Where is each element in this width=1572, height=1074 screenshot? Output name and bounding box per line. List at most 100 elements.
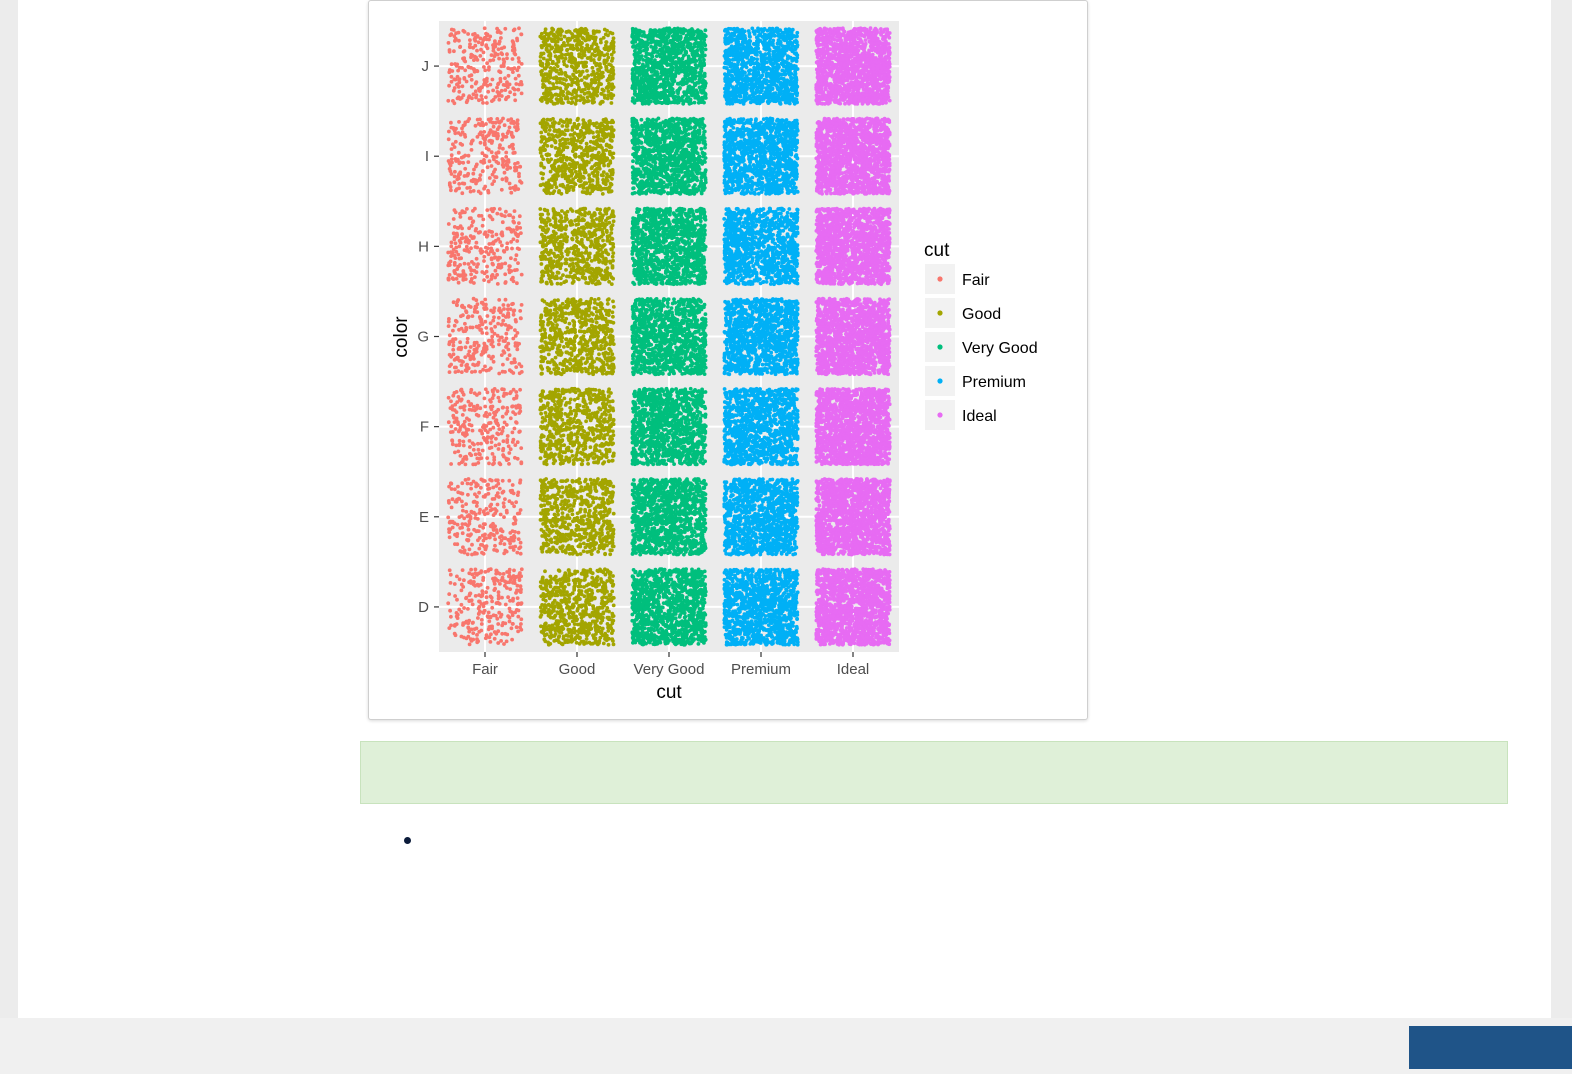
data-point — [491, 124, 496, 129]
data-point — [499, 212, 504, 217]
data-point — [497, 461, 502, 466]
data-point — [567, 605, 571, 610]
data-point — [482, 278, 486, 282]
data-point — [541, 251, 545, 256]
data-point — [557, 569, 562, 573]
data-point — [549, 537, 553, 542]
data-point — [595, 575, 600, 579]
point-cluster-good-i — [538, 116, 616, 196]
data-point — [447, 68, 452, 72]
data-point — [545, 524, 549, 529]
data-point — [587, 387, 591, 392]
data-point — [518, 540, 523, 545]
data-point — [519, 303, 524, 307]
data-point — [462, 419, 467, 424]
data-point — [456, 484, 460, 489]
data-point — [463, 345, 468, 350]
data-point — [565, 366, 569, 371]
data-point — [600, 427, 605, 432]
page-edge-left — [0, 0, 18, 1018]
data-point — [489, 117, 493, 121]
data-point — [483, 636, 488, 641]
data-point — [485, 440, 489, 445]
data-point — [559, 233, 564, 238]
data-point — [594, 244, 598, 248]
data-point — [602, 410, 607, 415]
scrollbar-track[interactable] — [1551, 0, 1572, 1018]
data-point — [484, 79, 489, 84]
data-point — [549, 485, 554, 490]
data-point — [456, 355, 460, 360]
data-point — [546, 501, 551, 506]
data-point — [510, 610, 514, 615]
data-point — [451, 300, 456, 305]
data-point — [549, 481, 553, 486]
data-point — [611, 618, 616, 623]
data-point — [469, 246, 473, 251]
data-point — [476, 230, 481, 235]
data-point — [575, 490, 580, 494]
data-point — [581, 428, 586, 433]
data-point — [494, 568, 499, 573]
data-point — [462, 30, 467, 34]
data-point — [479, 569, 484, 574]
data-point — [596, 549, 600, 554]
data-point — [581, 541, 586, 546]
data-point — [456, 30, 461, 35]
data-point — [584, 246, 589, 251]
data-point — [588, 401, 593, 405]
data-point — [502, 642, 506, 646]
data-point — [457, 461, 462, 466]
data-point — [458, 240, 463, 245]
data-point — [570, 257, 575, 261]
data-point — [574, 412, 578, 416]
data-point — [503, 339, 507, 343]
data-point — [480, 448, 485, 453]
data-point — [553, 540, 558, 545]
data-point — [562, 345, 566, 349]
data-point — [506, 303, 511, 308]
data-point — [604, 218, 608, 223]
data-point — [570, 281, 575, 285]
data-point — [489, 164, 494, 168]
data-point — [560, 614, 564, 619]
data-point — [497, 120, 502, 125]
data-point — [451, 393, 456, 398]
data-point — [569, 507, 573, 512]
data-point — [500, 137, 504, 142]
data-point — [590, 411, 595, 416]
data-point — [490, 452, 495, 456]
data-point — [582, 531, 587, 535]
data-point — [597, 496, 602, 501]
data-point — [490, 497, 495, 501]
data-point — [476, 362, 480, 367]
data-point — [448, 33, 453, 38]
data-point — [551, 454, 556, 459]
data-point — [490, 234, 495, 239]
data-point — [462, 49, 467, 53]
data-point — [600, 371, 605, 376]
data-point — [519, 617, 524, 622]
data-point — [593, 636, 598, 641]
data-point — [567, 568, 571, 573]
data-point — [467, 580, 471, 585]
data-point — [499, 353, 504, 357]
data-point — [457, 182, 462, 186]
data-point — [507, 580, 512, 585]
data-point — [489, 404, 493, 409]
data-point — [564, 455, 569, 460]
data-point — [568, 628, 572, 632]
data-point — [564, 388, 568, 393]
data-point — [469, 486, 473, 491]
data-point — [495, 90, 500, 94]
data-point — [546, 212, 551, 216]
data-point — [475, 34, 480, 38]
data-point — [452, 323, 457, 328]
data-point — [493, 543, 497, 548]
data-point — [460, 405, 465, 410]
data-point — [446, 137, 451, 142]
data-point — [455, 616, 460, 620]
data-point — [463, 166, 468, 171]
data-point — [595, 642, 600, 647]
data-point — [446, 420, 451, 425]
